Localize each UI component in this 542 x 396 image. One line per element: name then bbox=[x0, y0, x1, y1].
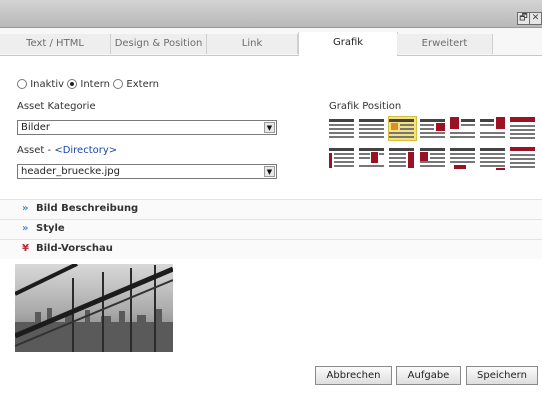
collapse-icon[interactable]: ¥ bbox=[22, 243, 29, 254]
expand-icon[interactable]: » bbox=[22, 203, 28, 214]
asset-label: Asset - <Directory> bbox=[17, 145, 117, 156]
position-option[interactable] bbox=[510, 117, 537, 140]
position-option[interactable] bbox=[359, 147, 386, 170]
title-bar: 🗗 ✕ bbox=[0, 0, 542, 28]
mode-label-intern: Intern bbox=[80, 79, 111, 90]
directory-link[interactable]: <Directory> bbox=[54, 145, 117, 156]
tab-bar: Text / HTML Design & Position Link Grafi… bbox=[0, 28, 542, 56]
position-option[interactable] bbox=[450, 117, 477, 140]
cancel-button[interactable]: Abbrechen bbox=[315, 366, 392, 385]
position-option[interactable] bbox=[389, 147, 416, 170]
close-icon[interactable]: ✕ bbox=[529, 12, 542, 25]
section-bild-beschreibung[interactable]: » Bild Beschreibung bbox=[0, 199, 542, 219]
asset-dialog: 🗗 ✕ Text / HTML Design & Position Link G… bbox=[0, 0, 542, 396]
section-title: Bild Beschreibung bbox=[36, 203, 139, 214]
mode-radio-inaktiv[interactable] bbox=[17, 78, 27, 89]
tab-text-html[interactable]: Text / HTML bbox=[0, 34, 111, 54]
tab-design-position[interactable]: Design & Position bbox=[111, 34, 207, 54]
bridge-image bbox=[15, 264, 173, 352]
position-option-selected[interactable] bbox=[388, 116, 417, 141]
mode-radio-extern[interactable] bbox=[113, 78, 124, 89]
section-bild-vorschau[interactable]: ¥ Bild-Vorschau bbox=[0, 239, 542, 259]
tab-link[interactable]: Link bbox=[207, 34, 298, 54]
position-option[interactable] bbox=[450, 147, 477, 170]
section-style[interactable]: » Style bbox=[0, 219, 542, 239]
position-option[interactable] bbox=[510, 147, 537, 170]
position-option[interactable] bbox=[480, 147, 507, 170]
asset-kategorie-label: Asset Kategorie bbox=[17, 101, 96, 112]
mode-label-extern: Extern bbox=[126, 79, 159, 90]
asset-label-prefix: Asset - bbox=[17, 145, 55, 156]
asset-value: header_bruecke.jpg bbox=[21, 166, 120, 177]
section-title: Style bbox=[36, 223, 65, 234]
asset-kategorie-select[interactable]: Bilder ▼ bbox=[17, 120, 277, 135]
position-option[interactable] bbox=[329, 117, 356, 140]
asset-select[interactable]: header_bruecke.jpg ▼ bbox=[17, 164, 277, 179]
position-option[interactable] bbox=[420, 147, 447, 170]
section-title: Bild-Vorschau bbox=[36, 243, 113, 254]
asset-kategorie-value: Bilder bbox=[21, 122, 51, 133]
mode-radio-group: Inaktiv Intern Extern bbox=[17, 78, 159, 91]
expand-icon[interactable]: » bbox=[22, 223, 28, 234]
tab-grafik[interactable]: Grafik bbox=[298, 32, 398, 56]
position-option[interactable] bbox=[329, 147, 356, 170]
task-button[interactable]: Aufgabe bbox=[396, 366, 461, 385]
position-option[interactable] bbox=[359, 117, 386, 140]
position-option[interactable] bbox=[480, 117, 507, 140]
chevron-down-icon[interactable]: ▼ bbox=[264, 122, 275, 133]
mode-radio-intern[interactable] bbox=[67, 78, 78, 89]
tab-erweitert[interactable]: Erweitert bbox=[397, 34, 493, 54]
image-preview bbox=[15, 264, 173, 352]
mode-label-inaktiv: Inaktiv bbox=[30, 79, 65, 90]
save-button[interactable]: Speichern bbox=[466, 366, 538, 385]
position-option[interactable] bbox=[420, 117, 447, 140]
grafik-position-label: Grafik Position bbox=[329, 101, 402, 112]
chevron-down-icon[interactable]: ▼ bbox=[264, 166, 275, 177]
